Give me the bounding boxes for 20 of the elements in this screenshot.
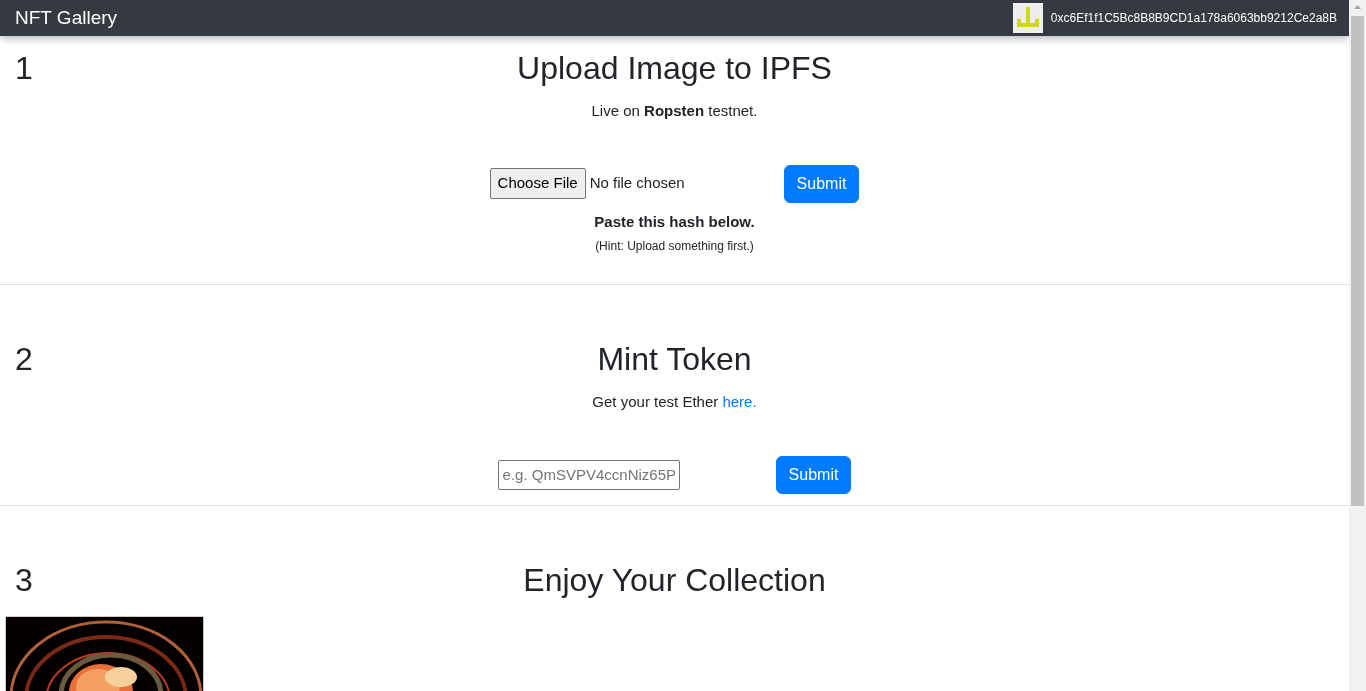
subtitle: Live on Ropsten testnet. xyxy=(590,101,759,121)
scrollbar-thumb[interactable] xyxy=(1351,16,1364,506)
file-status: No file chosen xyxy=(589,173,685,194)
hint-text: (Hint: Upload something first.) xyxy=(594,238,755,255)
hash-note: Paste this hash below. xyxy=(593,211,756,232)
account-address: 0xc6Ef1f1C5Bc8B8B9CD1a178a6063bb9212Ce2a8B xyxy=(1050,10,1337,27)
brand-link[interactable]: NFT Gallery xyxy=(15,3,118,33)
step-number: 2 xyxy=(14,340,33,379)
scrollbar[interactable] xyxy=(1349,0,1366,691)
section-title: Mint Token xyxy=(597,339,752,379)
subtitle: Get your test Ether here. xyxy=(591,392,758,412)
link[interactable]: here. xyxy=(722,393,757,410)
submit-button[interactable]: Submit xyxy=(775,455,852,494)
submit-button[interactable]: Submit xyxy=(783,164,860,203)
step-number: 1 xyxy=(14,49,33,88)
choose-file-button[interactable]: Choose File xyxy=(489,168,586,199)
section-title: Enjoy Your Collection xyxy=(523,560,826,600)
step-number: 3 xyxy=(14,561,33,600)
hash-input-field[interactable]: e.g. QmSVPV4ccnNiz65P xyxy=(497,459,680,490)
section-title: Upload Image to IPFS xyxy=(517,48,832,88)
